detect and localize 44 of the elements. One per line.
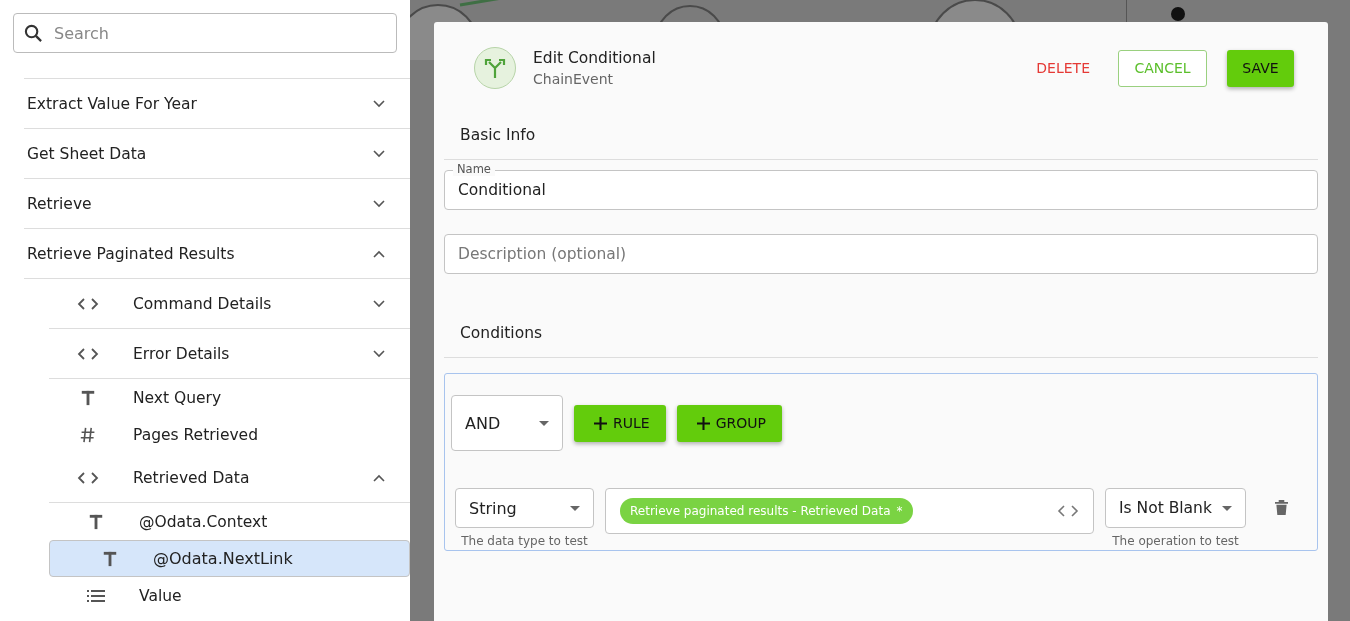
plus-icon (594, 416, 607, 430)
chevron-up-icon (373, 473, 385, 482)
save-button[interactable]: SAVE (1227, 49, 1294, 87)
tree-item[interactable]: Command Details (49, 279, 410, 329)
section-heading: Conditions (459, 324, 544, 342)
search-field[interactable]: Search (13, 13, 397, 53)
chevron-up-icon (373, 249, 385, 258)
code-icon (77, 469, 99, 486)
dialog-subtitle: ChainEvent (533, 71, 615, 87)
helper-text: The operation to test (1112, 534, 1239, 548)
code-icon[interactable] (1057, 504, 1079, 518)
tree-item[interactable]: Error Details (49, 329, 410, 379)
tree-item[interactable]: Retrieved Data (49, 453, 410, 503)
delete-button[interactable]: DELETE (1030, 49, 1096, 87)
chevron-down-icon (373, 199, 385, 208)
tree-item[interactable]: Pages Retrieved (49, 416, 410, 453)
caret-icon (1222, 505, 1232, 511)
tree-item[interactable]: @Odata.Context (49, 503, 410, 540)
list-icon (85, 587, 107, 604)
code-icon (77, 345, 99, 362)
fork-icon (474, 47, 516, 89)
description-field[interactable]: Description (optional) (444, 234, 1318, 274)
add-group-button[interactable]: GROUP (676, 404, 782, 442)
chevron-down-icon (373, 349, 385, 358)
add-rule-button[interactable]: RULE (574, 404, 666, 442)
caret-icon (539, 420, 549, 426)
trash-icon[interactable] (1275, 500, 1288, 515)
search-icon (24, 24, 43, 43)
caret-icon (570, 505, 580, 511)
data-type-select[interactable]: String (455, 488, 594, 528)
chevron-down-icon (373, 149, 385, 158)
section-heading: Basic Info (459, 126, 537, 144)
field-label: Name (453, 162, 495, 176)
tree-item[interactable]: Next Query (49, 379, 410, 416)
plus-icon (696, 416, 710, 430)
operation-select[interactable]: Is Not Blank (1105, 488, 1246, 528)
chevron-down-icon (373, 99, 385, 108)
tree-item[interactable]: @Odata.NextLink (49, 540, 410, 577)
helper-text: The data type to test (461, 534, 588, 548)
combinator-select[interactable]: AND (451, 395, 563, 451)
tree-item[interactable]: Value (49, 577, 410, 614)
dialog-title: Edit Conditional (533, 49, 657, 67)
chevron-down-icon (373, 299, 385, 308)
code-icon (77, 295, 99, 312)
